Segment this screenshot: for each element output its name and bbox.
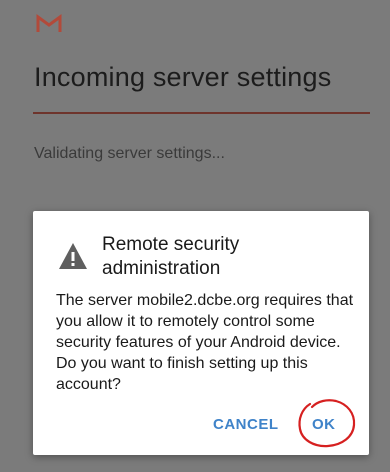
page-title: Incoming server settings [34, 62, 332, 92]
dialog-title: Remote security administration [102, 234, 240, 279]
status-text: Validating server settings... [34, 145, 225, 162]
cancel-button[interactable]: CANCEL [213, 416, 279, 433]
gmail-logo-icon [36, 14, 62, 32]
security-dialog: Remote security administration The serve… [33, 211, 369, 455]
title-divider [33, 112, 370, 114]
dialog-message: The server mobile2.dcbe.org requires tha… [56, 292, 354, 393]
ok-button[interactable]: OK [312, 416, 336, 433]
warning-icon [59, 243, 87, 269]
